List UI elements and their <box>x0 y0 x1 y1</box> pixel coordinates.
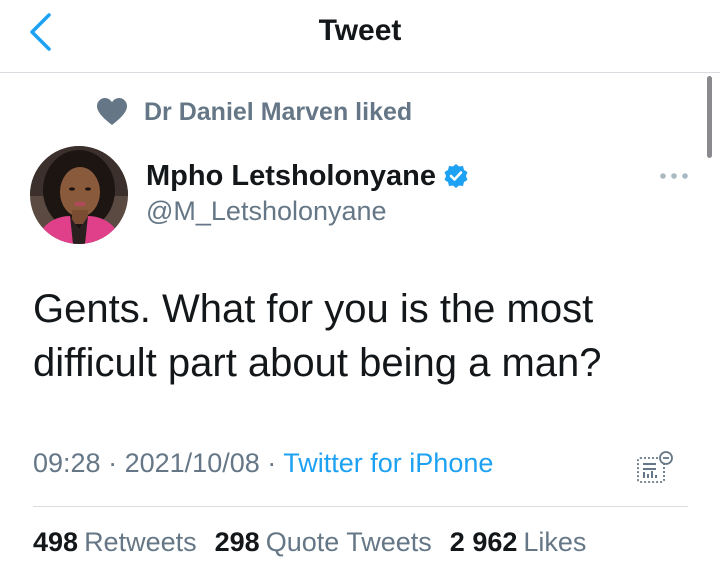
analytics-icon <box>637 451 673 483</box>
social-context[interactable]: Dr Daniel Marven liked <box>96 96 412 128</box>
tweet-text: Gents. What for you is the most difficul… <box>33 287 602 385</box>
name-row: Mpho Letsholonyane <box>146 156 470 196</box>
liked-by-label: Dr Daniel Marven liked <box>144 97 413 126</box>
likes-count: 2 962 <box>449 527 518 557</box>
quote-tweets-stat[interactable]: 298 Quote Tweets <box>215 527 432 558</box>
verified-badge-icon <box>442 162 470 190</box>
divider <box>33 506 688 507</box>
engagement-stats: 498 Retweets 298 Quote Tweets 2 962 Likes <box>33 527 604 558</box>
retweets-count: 498 <box>33 527 79 557</box>
quote-tweets-label: Quote Tweets <box>265 527 432 557</box>
display-name[interactable]: Mpho Letsholonyane <box>146 160 436 193</box>
tweet-meta: 09:28 · 2021/10/08 · Twitter for iPhone <box>33 448 493 479</box>
tweet-time: 09:28 <box>33 448 101 478</box>
tweet-date: 2021/10/08 <box>124 448 260 478</box>
heart-icon <box>96 96 128 128</box>
avatar[interactable] <box>30 146 128 244</box>
likes-label: Likes <box>523 527 587 557</box>
scrollbar[interactable] <box>707 76 712 158</box>
user-handle[interactable]: @M_Letsholonyane <box>146 196 470 227</box>
quote-tweets-count: 298 <box>214 527 260 557</box>
analytics-button[interactable] <box>632 446 680 490</box>
tweet-source-link[interactable]: Twitter for iPhone <box>283 448 493 478</box>
meta-separator: · <box>108 448 118 478</box>
more-options-button[interactable] <box>654 164 694 188</box>
likes-stat[interactable]: 2 962 Likes <box>450 527 587 558</box>
page-title: Tweet <box>318 14 402 47</box>
navigation-bar: Tweet <box>0 0 720 73</box>
more-horizontal-icon <box>660 173 688 179</box>
retweets-stat[interactable]: 498 Retweets <box>33 527 197 558</box>
retweets-label: Retweets <box>84 527 197 557</box>
meta-separator: · <box>267 448 277 478</box>
author-info: Mpho Letsholonyane @M_Letsholonyane <box>146 156 470 227</box>
